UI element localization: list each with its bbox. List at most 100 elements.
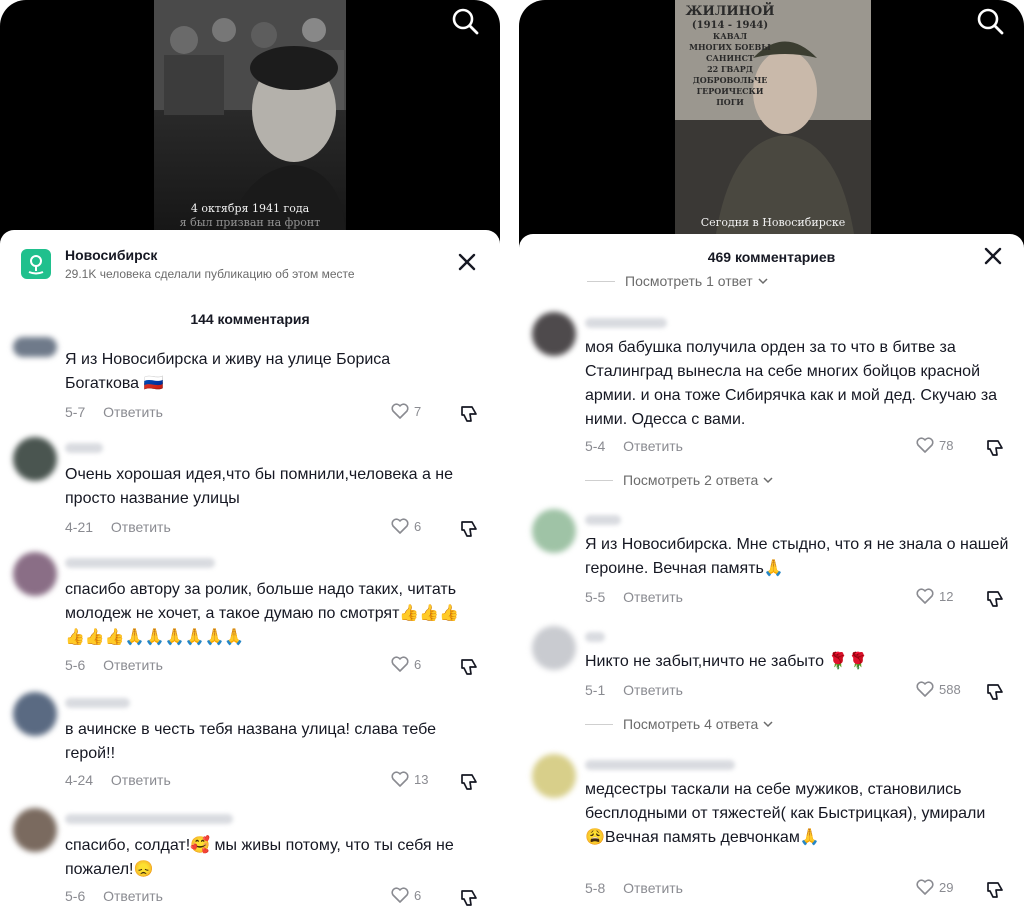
reply-button[interactable]: Ответить — [623, 880, 683, 896]
like-button[interactable]: 13 — [390, 770, 428, 788]
reply-button[interactable]: Ответить — [623, 438, 683, 454]
dislike-icon[interactable] — [458, 656, 480, 678]
video-player[interactable]: ЖИЛИНОЙ (1914 - 1944) КАВАЛ МНОГИХ БОЕВЫ… — [519, 0, 1024, 262]
username[interactable] — [585, 515, 621, 525]
like-button[interactable]: 12 — [915, 587, 953, 605]
comment-text: моя бабушка получила орден за то что в б… — [585, 339, 998, 428]
heart-icon — [391, 887, 409, 903]
place-title[interactable]: Новосибирск — [65, 247, 157, 263]
like-count: 7 — [414, 403, 422, 419]
heart-icon — [391, 771, 409, 787]
username[interactable] — [585, 318, 667, 328]
avatar[interactable] — [532, 509, 576, 553]
avatar[interactable] — [13, 552, 57, 596]
heart-icon — [391, 656, 409, 672]
reply-button[interactable]: Ответить — [111, 772, 171, 788]
comments-sheet: Новосибирск 29.1K человека сделали публи… — [0, 230, 500, 914]
like-button[interactable]: 7 — [390, 402, 421, 420]
comment-meta: 5-8 Ответить — [585, 880, 697, 896]
like-button[interactable]: 588 — [915, 680, 961, 698]
like-count: 78 — [939, 437, 954, 453]
close-icon[interactable] — [982, 245, 1004, 267]
like-count: 6 — [414, 518, 422, 534]
username[interactable] — [65, 698, 130, 708]
view-replies-button[interactable]: Посмотреть 4 ответа — [585, 716, 774, 732]
reply-button[interactable]: Ответить — [623, 682, 683, 698]
like-count: 588 — [939, 681, 961, 697]
memorial-plaque: ЖИЛИНОЙ (1914 - 1944) КАВАЛ МНОГИХ БОЕВЫ… — [685, 4, 775, 107]
avatar[interactable] — [13, 337, 57, 357]
dislike-icon[interactable] — [458, 403, 480, 425]
heart-icon — [391, 403, 409, 419]
video-frame-soldier: 4 октября 1941 года я был призван на фро… — [154, 0, 346, 240]
like-count: 6 — [414, 656, 422, 672]
avatar[interactable] — [13, 808, 57, 852]
like-count: 12 — [939, 588, 954, 604]
dislike-icon[interactable] — [984, 437, 1006, 459]
avatar[interactable] — [13, 437, 57, 481]
reply-button[interactable]: Ответить — [623, 589, 683, 605]
username[interactable] — [65, 814, 233, 824]
like-count: 6 — [414, 887, 422, 903]
dislike-icon[interactable] — [458, 887, 480, 909]
comment-text: медсестры таскали на себе мужиков, стано… — [585, 781, 986, 846]
comment-date: 5-7 — [65, 404, 86, 420]
view-replies-button[interactable]: Посмотреть 1 ответ — [587, 273, 769, 289]
reply-button[interactable]: Ответить — [103, 404, 163, 420]
comment-count: 144 комментария — [190, 311, 310, 327]
location-pin-icon — [21, 249, 51, 279]
comment-meta: 5-5 Ответить — [585, 589, 697, 605]
avatar[interactable] — [13, 692, 57, 736]
like-button[interactable]: 6 — [390, 886, 421, 904]
like-button[interactable]: 6 — [390, 655, 421, 673]
avatar[interactable] — [532, 312, 576, 356]
like-button[interactable]: 78 — [915, 436, 953, 454]
view-replies-button[interactable]: Посмотреть 2 ответа — [585, 472, 774, 488]
like-button[interactable]: 29 — [915, 878, 953, 896]
like-button[interactable]: 6 — [390, 517, 421, 535]
like-count: 13 — [414, 771, 429, 787]
reply-button[interactable]: Ответить — [111, 519, 171, 535]
comment-text: Очень хорошая идея,что бы помнили,челове… — [65, 466, 454, 507]
username[interactable] — [65, 558, 215, 568]
avatar[interactable] — [532, 626, 576, 670]
search-icon[interactable] — [450, 6, 480, 36]
username[interactable] — [585, 632, 605, 642]
comment-text: Я из Новосибирска. Мне стыдно, что я не … — [585, 536, 1009, 577]
comment-meta: 4-24 Ответить — [65, 772, 185, 788]
avatar[interactable] — [532, 754, 576, 798]
comment-meta: 4-21 Ответить — [65, 519, 185, 535]
dislike-icon[interactable] — [458, 518, 480, 540]
comment-meta: 5-7 Ответить — [65, 404, 177, 420]
dislike-icon[interactable] — [984, 681, 1006, 703]
search-icon[interactable] — [975, 6, 1005, 36]
username[interactable] — [585, 760, 735, 770]
heart-icon — [391, 518, 409, 534]
video-player[interactable]: 4 октября 1941 года я был призван на фро… — [0, 0, 500, 262]
dislike-icon[interactable] — [458, 771, 480, 793]
reply-button[interactable]: Ответить — [103, 888, 163, 904]
comment-text: спасибо, солдат!🥰 мы живы потому, что ты… — [65, 837, 454, 878]
comment-date: 5-5 — [585, 589, 606, 605]
heart-icon — [916, 588, 934, 604]
close-icon[interactable] — [456, 251, 478, 273]
like-count: 29 — [939, 879, 954, 895]
comment-date: 5-6 — [65, 657, 86, 673]
video-frame-nurse: ЖИЛИНОЙ (1914 - 1944) КАВАЛ МНОГИХ БОЕВЫ… — [675, 0, 871, 240]
comment-meta: 5-6 Ответить — [65, 888, 177, 904]
comment-count: 469 комментариев — [707, 249, 836, 265]
comment-meta: 5-1 Ответить — [585, 682, 697, 698]
reply-button[interactable]: Ответить — [103, 657, 163, 673]
comment-date: 5-6 — [65, 888, 86, 904]
video-caption: 4 октября 1941 года я был призван на фро… — [179, 202, 321, 229]
comment-meta: 5-6 Ответить — [65, 657, 177, 673]
comment-date: 4-24 — [65, 772, 94, 788]
chevron-down-icon — [763, 477, 773, 484]
comment-date: 4-21 — [65, 519, 94, 535]
username[interactable] — [65, 443, 103, 453]
dislike-icon[interactable] — [984, 588, 1006, 610]
heart-icon — [916, 681, 934, 697]
dislike-icon[interactable] — [984, 879, 1006, 901]
left-screen: 4 октября 1941 года я был призван на фро… — [0, 0, 500, 914]
comment-date: 5-1 — [585, 682, 606, 698]
